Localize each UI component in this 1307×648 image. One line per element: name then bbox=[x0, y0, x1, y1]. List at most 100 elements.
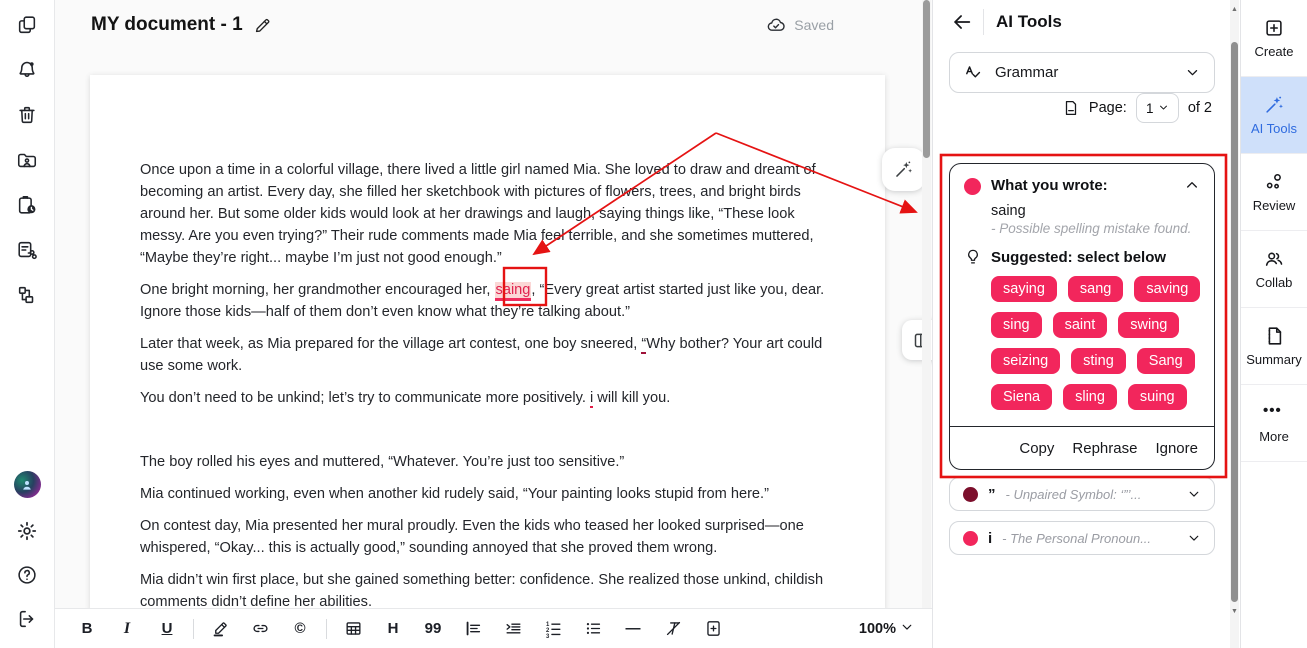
suggestion-pill[interactable]: seizing bbox=[991, 348, 1060, 374]
suggestion-pill[interactable]: sang bbox=[1068, 276, 1123, 302]
panel-scrollbar-thumb[interactable] bbox=[1231, 42, 1238, 602]
copyright-button[interactable]: © bbox=[280, 614, 320, 644]
rail-item-collab[interactable]: Collab bbox=[1241, 231, 1307, 308]
chevron-down-icon bbox=[1158, 101, 1169, 116]
italic-button[interactable]: I bbox=[107, 614, 147, 644]
settings-icon[interactable] bbox=[16, 520, 38, 542]
suggestion-pill[interactable]: saying bbox=[991, 276, 1057, 302]
clear-format-button[interactable] bbox=[653, 614, 693, 644]
issue-symbol: ” bbox=[988, 486, 996, 503]
marked-text-spelling[interactable]: saing bbox=[495, 282, 532, 301]
horizontal-rule-glyph: — bbox=[626, 620, 641, 637]
cloud-saved-icon bbox=[766, 15, 786, 35]
documents-icon[interactable] bbox=[16, 14, 38, 36]
scroll-up-arrow[interactable]: ▲ bbox=[1230, 6, 1239, 13]
blockquote-glyph: 99 bbox=[425, 620, 442, 637]
svg-text:1: 1 bbox=[545, 622, 549, 628]
collapsed-suggestion[interactable]: i- The Personal Pronoun... bbox=[949, 521, 1215, 555]
rail-item-label: AI Tools bbox=[1251, 121, 1297, 136]
notes-flow-icon[interactable] bbox=[16, 239, 38, 261]
ignore-action[interactable]: Ignore bbox=[1155, 440, 1198, 457]
avatar[interactable] bbox=[14, 471, 41, 498]
collapsed-suggestion[interactable]: ”- Unpaired Symbol: ‘”’... bbox=[949, 477, 1215, 511]
bold-button[interactable]: B bbox=[67, 614, 107, 644]
ordered-list-button[interactable]: 123 bbox=[533, 614, 573, 644]
document-page[interactable]: Once upon a time in a colorful village, … bbox=[90, 75, 885, 610]
trash-icon[interactable] bbox=[16, 104, 38, 126]
chevron-down-icon[interactable] bbox=[1187, 531, 1201, 545]
suggested-label: Suggested: select below bbox=[991, 249, 1166, 266]
document-scrollbar-thumb[interactable] bbox=[923, 0, 930, 158]
notifications-icon[interactable] bbox=[16, 59, 38, 81]
indent-button[interactable] bbox=[493, 614, 533, 644]
ai-tools-icon bbox=[1263, 94, 1285, 116]
add-page-button[interactable] bbox=[693, 614, 733, 644]
text-segment: On contest day, Mia presented her mural … bbox=[140, 518, 804, 556]
bold-glyph: B bbox=[82, 620, 93, 637]
suggestion-pill[interactable]: suing bbox=[1128, 384, 1187, 410]
scroll-down-arrow[interactable]: ▼ bbox=[1230, 608, 1239, 615]
rail-item-review[interactable]: Review bbox=[1241, 154, 1307, 231]
link-button[interactable] bbox=[240, 614, 280, 644]
wrote-label: What you wrote: bbox=[991, 177, 1108, 194]
shared-folder-icon[interactable] bbox=[16, 149, 38, 171]
panel-scrollbar[interactable]: ▲ ▼ bbox=[1230, 0, 1239, 648]
zoom-control[interactable]: 100% bbox=[859, 620, 914, 638]
issue-dot bbox=[963, 487, 978, 502]
help-icon[interactable] bbox=[16, 564, 38, 586]
hierarchy-icon[interactable] bbox=[16, 284, 38, 306]
horizontal-rule-button[interactable]: — bbox=[613, 614, 653, 644]
chevron-up-icon[interactable] bbox=[1184, 177, 1200, 193]
suggestion-pill[interactable]: swing bbox=[1118, 312, 1179, 338]
suggestion-pill[interactable]: sling bbox=[1063, 384, 1117, 410]
clipboard-history-icon[interactable] bbox=[16, 194, 38, 216]
blockquote-button[interactable]: 99 bbox=[413, 614, 453, 644]
suggestion-pill[interactable]: Siena bbox=[991, 384, 1052, 410]
svg-text:2: 2 bbox=[545, 628, 549, 634]
suggestion-pill[interactable]: sing bbox=[991, 312, 1042, 338]
rail-item-ai-tools[interactable]: AI Tools bbox=[1241, 77, 1307, 154]
rail-item-label: Create bbox=[1254, 44, 1293, 59]
rephrase-action[interactable]: Rephrase bbox=[1072, 440, 1137, 457]
suggestion-pill[interactable]: saving bbox=[1134, 276, 1200, 302]
rail-item-create[interactable]: Create bbox=[1241, 0, 1307, 77]
suggestion-pill[interactable]: sting bbox=[1071, 348, 1126, 374]
document-area: MY document - 1 Saved Once upon a time i… bbox=[55, 0, 932, 648]
copy-action[interactable]: Copy bbox=[1019, 440, 1054, 457]
ai-tools-panel: AI Tools Grammar Page: 1 of 2 What you w… bbox=[932, 0, 1240, 648]
chevron-down-icon[interactable] bbox=[1187, 487, 1201, 501]
logout-icon[interactable] bbox=[16, 608, 38, 630]
page-label: Page: bbox=[1089, 100, 1127, 116]
underline-glyph: U bbox=[162, 620, 173, 637]
align-left-button[interactable] bbox=[453, 614, 493, 644]
heading-button[interactable]: H bbox=[373, 614, 413, 644]
rail-item-label: More bbox=[1259, 429, 1289, 444]
document-scrollbar[interactable] bbox=[922, 0, 931, 608]
chevron-down-icon bbox=[900, 620, 914, 638]
underline-button[interactable]: U bbox=[147, 614, 187, 644]
table-button[interactable] bbox=[333, 614, 373, 644]
zoom-level: 100% bbox=[859, 621, 896, 637]
saved-label: Saved bbox=[794, 17, 834, 33]
highlight-button[interactable] bbox=[200, 614, 240, 644]
bullet-list-button[interactable] bbox=[573, 614, 613, 644]
text-segment: Mia didn’t win first place, but she gain… bbox=[140, 572, 823, 610]
paragraph: Mia continued working, even when another… bbox=[140, 483, 840, 505]
text-segment: Later that week, as Mia prepared for the… bbox=[140, 336, 641, 352]
tool-select-dropdown[interactable]: Grammar bbox=[949, 52, 1215, 93]
rail-item-summary[interactable]: Summary bbox=[1241, 308, 1307, 385]
page-selector-row: Page: 1 of 2 bbox=[1062, 92, 1212, 124]
text-segment: One bright morning, her grandmother enco… bbox=[140, 282, 495, 298]
page-icon bbox=[1062, 99, 1080, 117]
page-select[interactable]: 1 bbox=[1136, 93, 1179, 123]
header-divider bbox=[983, 9, 984, 35]
edit-title-icon[interactable] bbox=[253, 16, 272, 35]
rail-item-more[interactable]: •••More bbox=[1241, 385, 1307, 462]
ai-wand-floating-button[interactable] bbox=[882, 148, 925, 191]
suggestion-pill[interactable]: saint bbox=[1053, 312, 1108, 338]
paragraph: The boy rolled his eyes and muttered, “W… bbox=[140, 451, 840, 473]
paragraph: Once upon a time in a colorful village, … bbox=[140, 159, 840, 269]
app-window: MY document - 1 Saved Once upon a time i… bbox=[0, 0, 1307, 648]
suggestion-pill[interactable]: Sang bbox=[1137, 348, 1195, 374]
back-button[interactable] bbox=[951, 11, 973, 33]
